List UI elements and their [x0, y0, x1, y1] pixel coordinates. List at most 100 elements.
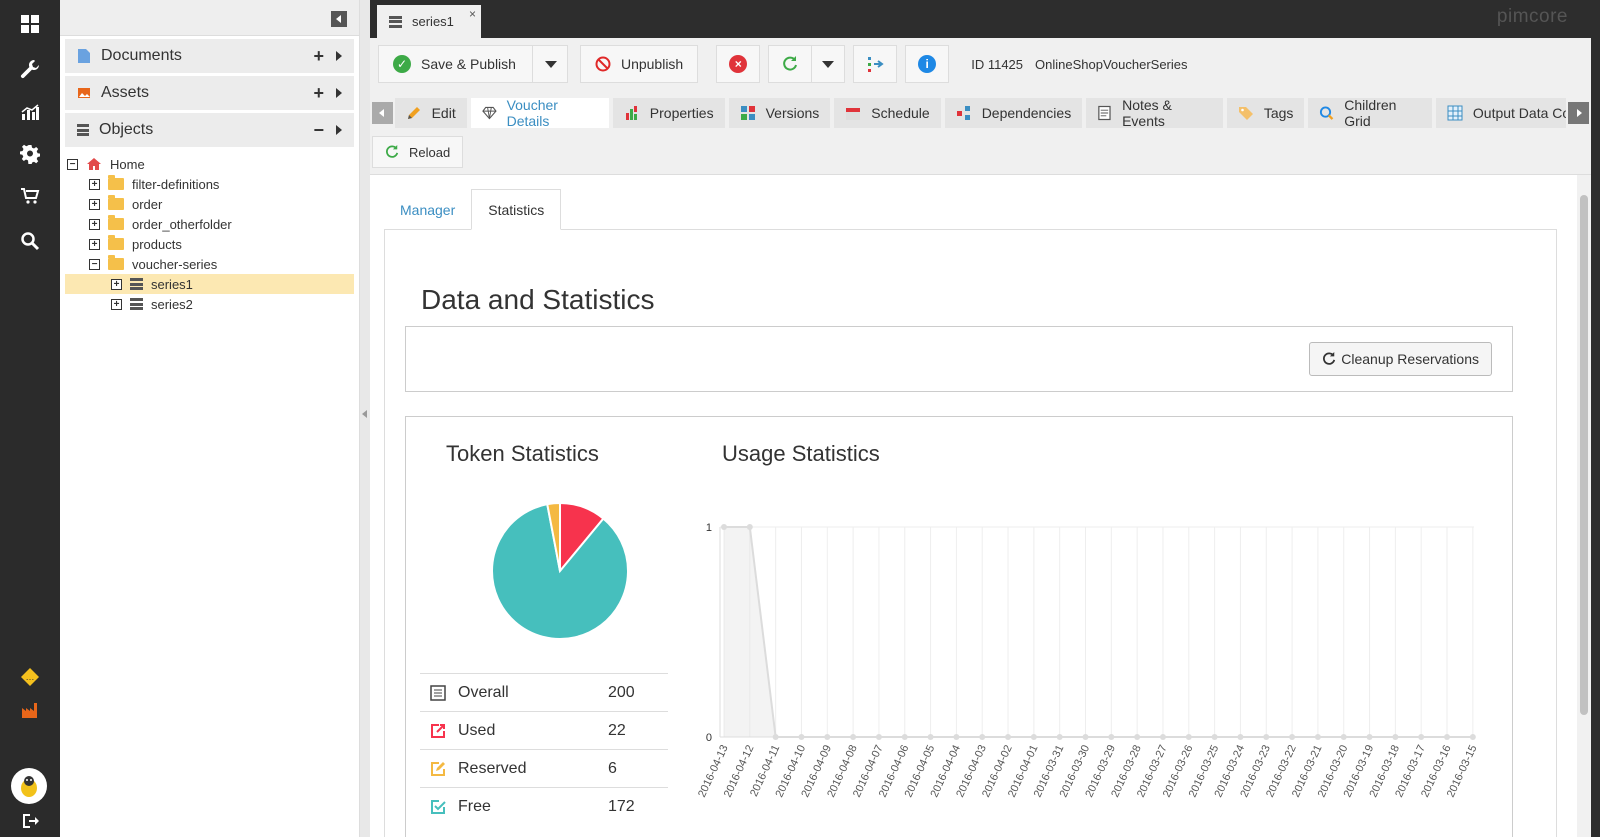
data-point[interactable] [1289, 734, 1296, 740]
tree-node-series2[interactable]: + series2 [60, 294, 359, 314]
close-icon[interactable]: × [469, 7, 476, 21]
tree-node-filter-definitions[interactable]: + filter-definitions [60, 174, 359, 194]
data-point[interactable] [1314, 734, 1321, 740]
data-point[interactable] [875, 734, 882, 740]
objects-section[interactable]: Objects − [65, 113, 354, 147]
data-point[interactable] [721, 524, 727, 530]
panel-splitter[interactable] [360, 0, 370, 837]
logout-icon[interactable] [15, 806, 45, 836]
chevron-right-icon[interactable] [336, 88, 342, 98]
tree-toggle[interactable]: + [89, 178, 100, 190]
info-button[interactable]: i [905, 45, 950, 83]
data-point[interactable] [1159, 734, 1166, 740]
data-point[interactable] [1263, 734, 1270, 740]
chevron-right-icon[interactable] [336, 125, 342, 135]
data-point[interactable] [1366, 734, 1373, 740]
tree-node-series1[interactable]: + series1 [65, 274, 354, 294]
delete-icon: × [729, 55, 748, 73]
warning-icon[interactable]: … [15, 662, 45, 692]
tree-toggle[interactable]: − [67, 158, 78, 170]
data-point[interactable] [927, 734, 934, 740]
search-icon[interactable] [15, 226, 45, 256]
tab-children-grid[interactable]: Children Grid [1308, 97, 1432, 129]
reload-menu-button[interactable] [768, 45, 846, 83]
tree-toggle[interactable]: + [111, 278, 122, 290]
data-point[interactable] [1469, 734, 1476, 740]
tab-tags[interactable]: Tags [1226, 98, 1305, 128]
collapse-objects-button[interactable]: − [313, 120, 324, 141]
tab-statistics[interactable]: Statistics [471, 189, 562, 230]
tab-schedule[interactable]: Schedule [834, 98, 941, 128]
tree-node-order-otherfolder[interactable]: + order_otherfolder [60, 214, 359, 234]
data-point[interactable] [1005, 734, 1012, 740]
gear-icon[interactable] [15, 139, 45, 169]
tree-toggle[interactable]: + [89, 238, 100, 250]
save-publish-button[interactable]: ✓ Save & Publish [378, 45, 568, 83]
tree-toggle[interactable]: + [111, 298, 122, 310]
tabs-scroll-left[interactable] [372, 102, 393, 124]
tab-notes-events[interactable]: Notes & Events [1086, 97, 1223, 129]
info-icon: i [918, 55, 937, 73]
data-point[interactable] [1185, 734, 1192, 740]
data-point[interactable] [746, 524, 753, 530]
data-point[interactable] [1237, 734, 1244, 740]
chevron-right-icon[interactable] [336, 51, 342, 61]
data-point[interactable] [1392, 734, 1399, 740]
data-point[interactable] [1082, 734, 1089, 740]
chevron-right-icon [1576, 109, 1582, 117]
data-point[interactable] [1056, 734, 1063, 740]
tab-voucher-details[interactable]: Voucher Details [470, 97, 609, 129]
tabs-scroll-right[interactable] [1568, 102, 1589, 124]
tree-toggle[interactable]: − [89, 258, 100, 270]
tab-versions[interactable]: Versions [728, 98, 831, 128]
data-point[interactable] [1030, 734, 1037, 740]
data-point[interactable] [953, 734, 960, 740]
data-point[interactable] [1340, 734, 1347, 740]
tab-manager[interactable]: Manager [384, 189, 471, 230]
assets-section[interactable]: Assets + [65, 76, 354, 110]
tab-edit[interactable]: Edit [394, 98, 467, 128]
tab-dependencies[interactable]: Dependencies [944, 98, 1083, 128]
tree-toggle[interactable]: + [89, 218, 100, 230]
object-tree: − Home + filter-definitions + order + or… [60, 154, 359, 314]
avatar[interactable] [11, 768, 47, 804]
data-point[interactable] [979, 734, 986, 740]
add-asset-button[interactable]: + [313, 83, 324, 104]
tree-node-home[interactable]: − Home [60, 154, 359, 174]
tab-label: Versions [765, 105, 820, 121]
document-tab-series1[interactable]: series1 × [377, 5, 481, 38]
tree-node-products[interactable]: + products [60, 234, 359, 254]
cart-icon[interactable] [15, 181, 45, 211]
data-point[interactable] [1418, 734, 1425, 740]
tree-toggle[interactable]: + [89, 198, 100, 210]
data-point[interactable] [1134, 734, 1141, 740]
chevron-down-icon[interactable] [544, 60, 557, 68]
reload-button[interactable]: Reload [372, 136, 464, 168]
cleanup-reservations-button[interactable]: Cleanup Reservations [1309, 342, 1492, 376]
tree-node-order[interactable]: + order [60, 194, 359, 214]
vertical-scrollbar[interactable] [1577, 175, 1591, 837]
show-in-tree-button[interactable] [853, 45, 898, 83]
data-point[interactable] [901, 734, 908, 740]
dashboard-icon[interactable] [15, 9, 45, 39]
tab-properties[interactable]: Properties [612, 98, 725, 128]
delete-button[interactable]: × [716, 45, 761, 83]
data-point[interactable] [824, 734, 831, 740]
data-point[interactable] [1108, 734, 1115, 740]
data-point[interactable] [772, 734, 779, 740]
data-point[interactable] [1444, 734, 1451, 740]
wrench-icon[interactable] [15, 54, 45, 84]
tree-node-voucher-series[interactable]: − voucher-series [60, 254, 359, 274]
data-point[interactable] [850, 734, 857, 740]
unpublish-button[interactable]: Unpublish [579, 45, 699, 83]
add-document-button[interactable]: + [313, 46, 324, 67]
tab-output-data-config[interactable]: Output Data Conf [1435, 98, 1567, 128]
factory-icon[interactable] [15, 695, 45, 725]
data-point[interactable] [1211, 734, 1218, 740]
documents-section[interactable]: Documents + [65, 39, 354, 73]
stat-row-reserved: Reserved 6 [420, 749, 668, 787]
collapse-panel-button[interactable] [331, 11, 347, 27]
chart-icon[interactable] [15, 97, 45, 127]
data-point[interactable] [798, 734, 805, 740]
chevron-down-icon[interactable] [822, 60, 835, 68]
